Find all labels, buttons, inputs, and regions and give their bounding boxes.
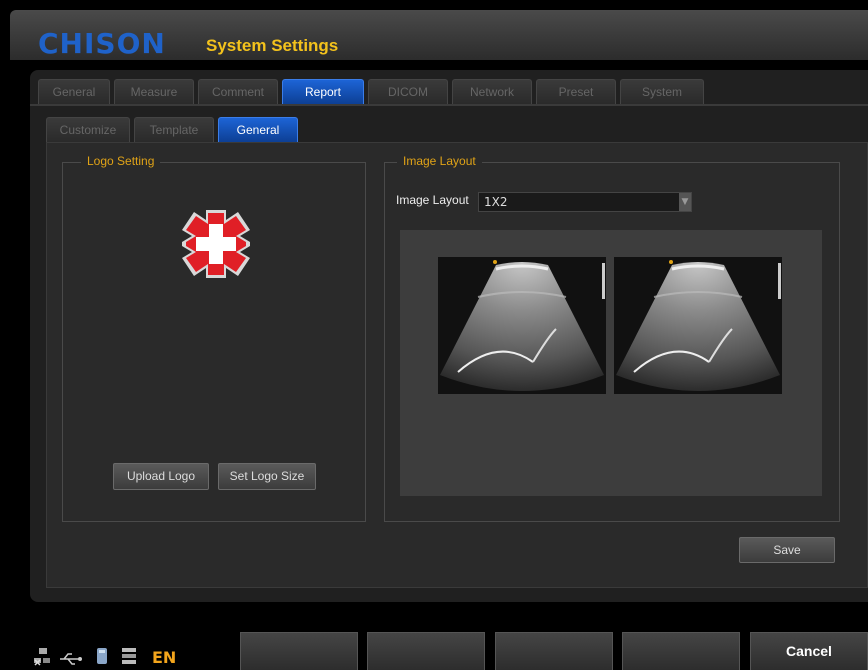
tab-dicom[interactable]: DICOM (368, 79, 448, 104)
logo-preview-icon (180, 208, 252, 280)
image-layout-value: 1X2 (484, 195, 508, 209)
upload-logo-button[interactable]: Upload Logo (113, 463, 209, 490)
image-layout-label: Image Layout (396, 193, 469, 207)
tab-system[interactable]: System (620, 79, 704, 104)
subtab-general[interactable]: General (218, 117, 298, 142)
network-disconnected-icon (34, 648, 50, 670)
tab-measure[interactable]: Measure (114, 79, 194, 104)
printer-icon (122, 648, 136, 668)
save-button[interactable]: Save (739, 537, 835, 563)
tab-comment[interactable]: Comment (198, 79, 278, 104)
usb-icon (60, 650, 82, 669)
tab-report[interactable]: Report (282, 79, 364, 104)
brand-logo: CHISON (38, 27, 166, 60)
set-logo-size-button[interactable]: Set Logo Size (218, 463, 316, 490)
tab-preset[interactable]: Preset (536, 79, 616, 104)
image-layout-legend: Image Layout (397, 154, 482, 168)
logo-setting-legend: Logo Setting (81, 154, 161, 168)
dropdown-arrow-icon[interactable]: ▼ (679, 193, 691, 211)
tab-general[interactable]: General (38, 79, 110, 104)
window-title: System Settings (206, 36, 339, 55)
storage-icon (97, 648, 107, 668)
subtab-customize[interactable]: Customize (46, 117, 130, 142)
image-layout-select[interactable]: 1X2 ▼ (478, 192, 692, 212)
cancel-button[interactable]: Cancel (750, 632, 868, 670)
subtab-template[interactable]: Template (134, 117, 214, 142)
preview-image-2 (614, 257, 782, 394)
tab-network[interactable]: Network (452, 79, 532, 104)
softkey-3[interactable] (495, 632, 613, 670)
language-indicator[interactable]: EN (152, 648, 176, 667)
softkey-4[interactable] (622, 632, 740, 670)
title-bar: CHISON System Settings (10, 10, 868, 60)
softkey-1[interactable] (240, 632, 358, 670)
preview-image-1 (438, 257, 606, 394)
tab-separator (30, 104, 868, 106)
softkey-2[interactable] (367, 632, 485, 670)
